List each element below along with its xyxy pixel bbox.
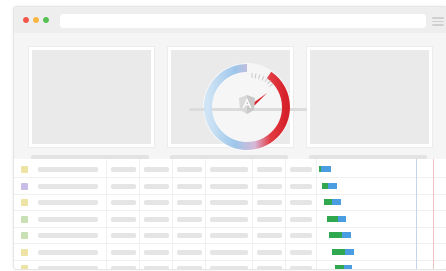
cell-placeholder bbox=[210, 233, 248, 238]
cell-placeholder bbox=[144, 233, 169, 238]
column-divider bbox=[316, 159, 317, 269]
cell-placeholder bbox=[257, 200, 282, 205]
cell-placeholder bbox=[290, 167, 312, 172]
file-type-swatch bbox=[21, 265, 28, 269]
cell-placeholder bbox=[144, 200, 169, 205]
file-type-swatch bbox=[21, 199, 28, 206]
address-bar[interactable] bbox=[60, 14, 426, 28]
column-divider bbox=[139, 159, 140, 269]
file-type-swatch bbox=[21, 215, 28, 223]
cell-placeholder bbox=[38, 183, 98, 189]
dom-content-loaded-marker bbox=[416, 159, 417, 269]
cell-placeholder bbox=[290, 200, 312, 205]
cell-placeholder bbox=[177, 216, 202, 222]
file-type-swatch bbox=[21, 248, 28, 256]
cell-placeholder bbox=[177, 167, 202, 172]
hamburger-menu-icon[interactable] bbox=[432, 17, 444, 26]
column-divider bbox=[205, 159, 206, 269]
cell-placeholder bbox=[111, 233, 136, 238]
cell-placeholder bbox=[38, 200, 98, 205]
cell-placeholder bbox=[210, 216, 248, 222]
cell-placeholder bbox=[144, 249, 169, 255]
file-type-swatch bbox=[21, 166, 28, 173]
table-row[interactable] bbox=[14, 212, 446, 228]
waterfall-wait-bar bbox=[329, 232, 343, 238]
cell-placeholder bbox=[290, 249, 312, 255]
file-type-swatch bbox=[21, 182, 28, 190]
cell-placeholder bbox=[257, 249, 282, 255]
waterfall-wait-bar bbox=[324, 199, 333, 205]
cell-placeholder bbox=[177, 266, 202, 269]
network-waterfall-table bbox=[14, 159, 446, 269]
title-bar bbox=[14, 7, 446, 33]
cell-placeholder bbox=[177, 233, 202, 238]
cell-placeholder bbox=[257, 233, 282, 238]
cell-placeholder bbox=[210, 266, 248, 269]
table-row[interactable] bbox=[14, 179, 446, 195]
minimize-window-dot[interactable] bbox=[33, 17, 39, 23]
cell-placeholder bbox=[111, 200, 136, 205]
cell-placeholder bbox=[177, 249, 202, 255]
close-window-dot[interactable] bbox=[23, 17, 29, 23]
cell-placeholder bbox=[111, 183, 136, 189]
waterfall-download-bar bbox=[343, 265, 352, 269]
cell-placeholder bbox=[177, 183, 202, 189]
cell-placeholder bbox=[111, 167, 136, 172]
column-divider bbox=[172, 159, 173, 269]
waterfall-wait-bar bbox=[332, 248, 345, 255]
table-row[interactable] bbox=[14, 261, 446, 269]
column-divider bbox=[106, 159, 107, 269]
cell-placeholder bbox=[38, 167, 98, 172]
cell-placeholder bbox=[257, 183, 282, 189]
cell-placeholder bbox=[38, 216, 98, 222]
waterfall-download-bar bbox=[337, 215, 346, 222]
cell-placeholder bbox=[210, 183, 248, 189]
column-divider bbox=[252, 159, 253, 269]
waterfall-download-bar bbox=[345, 248, 354, 255]
cell-placeholder bbox=[290, 183, 312, 189]
waterfall-download-bar bbox=[327, 182, 337, 189]
image-placeholder bbox=[310, 50, 429, 144]
cell-placeholder bbox=[111, 249, 136, 255]
placeholder-card bbox=[28, 46, 155, 148]
maximize-window-dot[interactable] bbox=[43, 17, 49, 23]
cell-placeholder bbox=[210, 167, 248, 172]
performance-gauge bbox=[189, 63, 307, 151]
file-type-swatch bbox=[21, 232, 28, 239]
cell-placeholder bbox=[38, 266, 98, 269]
cell-placeholder bbox=[144, 167, 169, 172]
waterfall-download-bar bbox=[332, 199, 342, 205]
cell-placeholder bbox=[210, 249, 248, 255]
image-placeholder bbox=[32, 50, 151, 144]
cell-placeholder bbox=[290, 216, 312, 222]
cell-placeholder bbox=[257, 167, 282, 172]
cell-placeholder bbox=[210, 200, 248, 205]
waterfall-wait-bar bbox=[326, 215, 338, 222]
cell-placeholder bbox=[257, 266, 282, 269]
table-row[interactable] bbox=[14, 162, 446, 178]
placeholder-card bbox=[306, 46, 433, 148]
cell-placeholder bbox=[111, 266, 136, 269]
cell-placeholder bbox=[257, 216, 282, 222]
waterfall-download-bar bbox=[321, 166, 331, 172]
waterfall-wait-bar bbox=[334, 265, 344, 269]
cell-placeholder bbox=[177, 200, 202, 205]
cell-placeholder bbox=[144, 183, 169, 189]
waterfall-download-bar bbox=[342, 232, 352, 238]
cell-placeholder bbox=[144, 216, 169, 222]
cell-placeholder bbox=[144, 266, 169, 269]
table-row[interactable] bbox=[14, 195, 446, 211]
cell-placeholder bbox=[290, 233, 312, 238]
cell-placeholder bbox=[38, 249, 98, 255]
table-row[interactable] bbox=[14, 245, 446, 261]
cell-placeholder bbox=[111, 216, 136, 222]
cell-placeholder bbox=[290, 266, 312, 269]
browser-window bbox=[13, 6, 446, 270]
load-event-marker bbox=[433, 159, 434, 269]
table-row[interactable] bbox=[14, 228, 446, 244]
column-divider bbox=[285, 159, 286, 269]
cell-placeholder bbox=[38, 233, 98, 238]
